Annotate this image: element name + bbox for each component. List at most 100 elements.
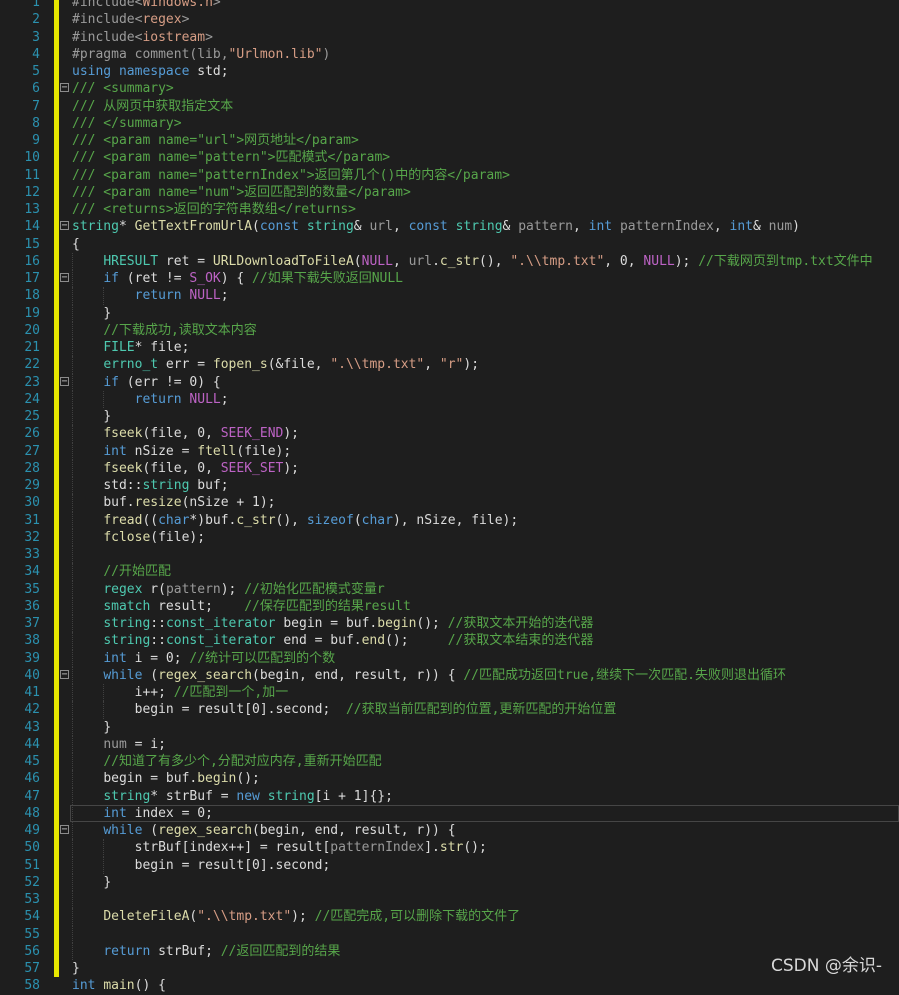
code-line[interactable]: 4 #pragma comment(lib,"Urlmon.lib") — [0, 45, 899, 63]
code-line[interactable]: 56 return strBuf; //返回匹配到的结果 — [0, 942, 899, 960]
code-line[interactable]: 29 std::string buf; — [0, 477, 899, 495]
code-line[interactable]: 55 — [0, 925, 899, 943]
code-line[interactable]: 9 /// <param name="url">网页地址</param> — [0, 132, 899, 150]
code-line[interactable]: 27 int nSize = ftell(file); — [0, 442, 899, 460]
code-line[interactable]: 52 } — [0, 873, 899, 891]
code-token: //保存匹配到的结果result — [244, 598, 411, 614]
code-text: DeleteFileA(".\\tmp.txt"); //匹配完成,可以删除下载… — [72, 908, 520, 925]
code-line[interactable]: 1 #include<Windows.h> — [0, 0, 899, 12]
code-line[interactable]: 22 errno_t err = fopen_s(&file, ".\\tmp.… — [0, 356, 899, 374]
code-line[interactable]: 3 #include<iostream> — [0, 28, 899, 46]
collapse-toggle-icon[interactable]: − — [60, 221, 69, 231]
code-token: ret = — [158, 253, 213, 269]
code-line[interactable]: 47 string* strBuf = new string[i + 1]{}; — [0, 787, 899, 805]
code-line[interactable]: 37 string::const_iterator begin = buf.be… — [0, 615, 899, 633]
code-token: * — [118, 219, 135, 235]
code-line[interactable]: 16 HRESULT ret = URLDownloadToFileA(NULL… — [0, 252, 899, 270]
code-line[interactable]: 51 begin = result[0].second; — [0, 856, 899, 874]
collapse-toggle-icon[interactable]: − — [60, 376, 69, 386]
code-line[interactable]: 39 int i = 0; //统计可以匹配到的个数 — [0, 649, 899, 667]
code-token: :: — [150, 616, 166, 631]
code-token: SEEK_SET — [220, 460, 284, 476]
code-token: ( — [353, 253, 362, 269]
code-line[interactable]: 21 FILE* file; — [0, 339, 899, 357]
code-token: } — [103, 305, 112, 321]
code-line[interactable]: 10 /// <param name="pattern">匹配模式</param> — [0, 149, 899, 167]
code-line[interactable]: 43 } — [0, 718, 899, 736]
line-number: 1 — [32, 0, 40, 10]
line-number: 36 — [24, 598, 40, 614]
code-token: begin — [197, 771, 237, 787]
code-line[interactable]: 36 smatch result; //保存匹配到的结果result — [0, 597, 899, 615]
code-line[interactable]: 48 int index = 0; — [0, 804, 899, 823]
code-line[interactable]: 58 int main() { — [0, 977, 899, 994]
code-text: if (err != 0) { — [72, 374, 220, 391]
code-line[interactable]: 31 fread((char*)buf.c_str(), sizeof(char… — [0, 511, 899, 529]
code-token: nSize = — [126, 443, 198, 459]
code-line[interactable]: 50 strBuf[index++] = result[patternIndex… — [0, 839, 899, 857]
code-line[interactable]: 33 — [0, 546, 899, 564]
code-line[interactable]: 23 − if (err != 0) { — [0, 373, 899, 391]
line-number: 28 — [24, 460, 40, 476]
code-line[interactable]: 24 return NULL; — [0, 390, 899, 408]
code-line[interactable]: 14− string* GetTextFromUrlA(const string&… — [0, 218, 899, 236]
code-line[interactable]: 40 − while (regex_search(begin, end, resu… — [0, 666, 899, 684]
code-line[interactable]: 12 /// <param name="num">返回匹配到的数量</param> — [0, 183, 899, 201]
code-token: regex_search — [158, 823, 253, 838]
code-line[interactable]: 49 − while (regex_search(begin, end, resu… — [0, 822, 899, 840]
collapse-toggle-icon[interactable]: − — [60, 83, 69, 93]
code-line[interactable]: 19 } — [0, 304, 899, 322]
code-editor[interactable]: 1 #include<Windows.h> 2 #include<regex> 3 #in… — [0, 0, 899, 995]
code-token: #include< — [72, 12, 143, 28]
code-line[interactable]: 53 — [0, 891, 899, 909]
code-token: GetTextFromUrlA — [134, 219, 253, 235]
code-line[interactable]: 15 { — [0, 235, 899, 253]
code-line[interactable]: 13 /// <returns>返回的字符串数组</returns> — [0, 201, 899, 219]
code-token: , — [392, 219, 409, 235]
code-token: //初始化匹配模式变量r — [244, 581, 385, 597]
code-line[interactable]: 38 string::const_iterator end = buf.end(… — [0, 632, 899, 650]
line-number: 39 — [24, 650, 40, 666]
code-line[interactable]: 8 /// </summary> — [0, 114, 899, 132]
code-line[interactable]: 41 i++; //匹配到一个,加一 — [0, 684, 899, 702]
code-line[interactable]: 20 //下载成功,读取文本内容 — [0, 321, 899, 339]
code-line[interactable]: 42 begin = result[0].second; //获取当前匹配到的位… — [0, 701, 899, 719]
change-marker — [54, 114, 59, 132]
code-token: *)buf. — [189, 512, 237, 528]
code-line[interactable]: 5 using namespace std; — [0, 63, 899, 81]
code-line[interactable]: 18 return NULL; — [0, 287, 899, 305]
code-line[interactable]: 28 fseek(file, 0, SEEK_SET); — [0, 459, 899, 477]
code-line[interactable]: 25 } — [0, 408, 899, 426]
code-line[interactable]: 46 begin = buf.begin(); — [0, 770, 899, 788]
code-line[interactable]: 7 /// 从网页中获取指定文本 — [0, 97, 899, 115]
code-token: str — [439, 840, 464, 856]
code-line[interactable]: 32 fclose(file); — [0, 528, 899, 546]
code-line[interactable]: 57} — [0, 960, 899, 978]
collapse-toggle-icon[interactable]: − — [60, 273, 69, 283]
code-line[interactable]: 45 //知道了有多少个,分配对应内存,重新开始匹配 — [0, 753, 899, 771]
code-token: resize — [134, 495, 182, 511]
code-token: r( — [142, 581, 166, 597]
code-text: smatch result; //保存匹配到的结果result — [72, 598, 411, 615]
change-marker — [54, 321, 59, 339]
code-token: fread — [103, 512, 143, 528]
code-token: regex — [103, 581, 143, 597]
code-token: /// <summary> — [72, 81, 174, 97]
code-token: //下载网页到tmp.txt文件中 — [698, 253, 873, 269]
code-line[interactable]: 6 −/// <summary> — [0, 80, 899, 98]
code-line[interactable]: 26 fseek(file, 0, SEEK_END); — [0, 425, 899, 443]
code-line[interactable]: 30 buf.resize(nSize + 1); — [0, 494, 899, 512]
code-line[interactable]: 11 /// <param name="patternIndex">返回第几个()… — [0, 166, 899, 184]
code-line[interactable]: 2 #include<regex> — [0, 11, 899, 29]
code-token: (( — [142, 512, 159, 528]
code-line[interactable]: 17 − if (ret != S_OK) { //如果下载失败返回NULL — [0, 270, 899, 288]
code-line[interactable]: 34 //开始匹配 — [0, 563, 899, 581]
code-line[interactable]: 54 DeleteFileA(".\\tmp.txt"); //匹配完成,可以删… — [0, 908, 899, 926]
code-line[interactable]: 44 num = i; — [0, 735, 899, 753]
line-number: 34 — [24, 564, 40, 580]
line-number: 24 — [24, 391, 40, 407]
change-marker — [54, 304, 59, 322]
collapse-toggle-icon[interactable]: − — [60, 825, 69, 835]
code-line[interactable]: 35 regex r(pattern); //初始化匹配模式变量r — [0, 580, 899, 598]
collapse-toggle-icon[interactable]: − — [60, 669, 69, 679]
